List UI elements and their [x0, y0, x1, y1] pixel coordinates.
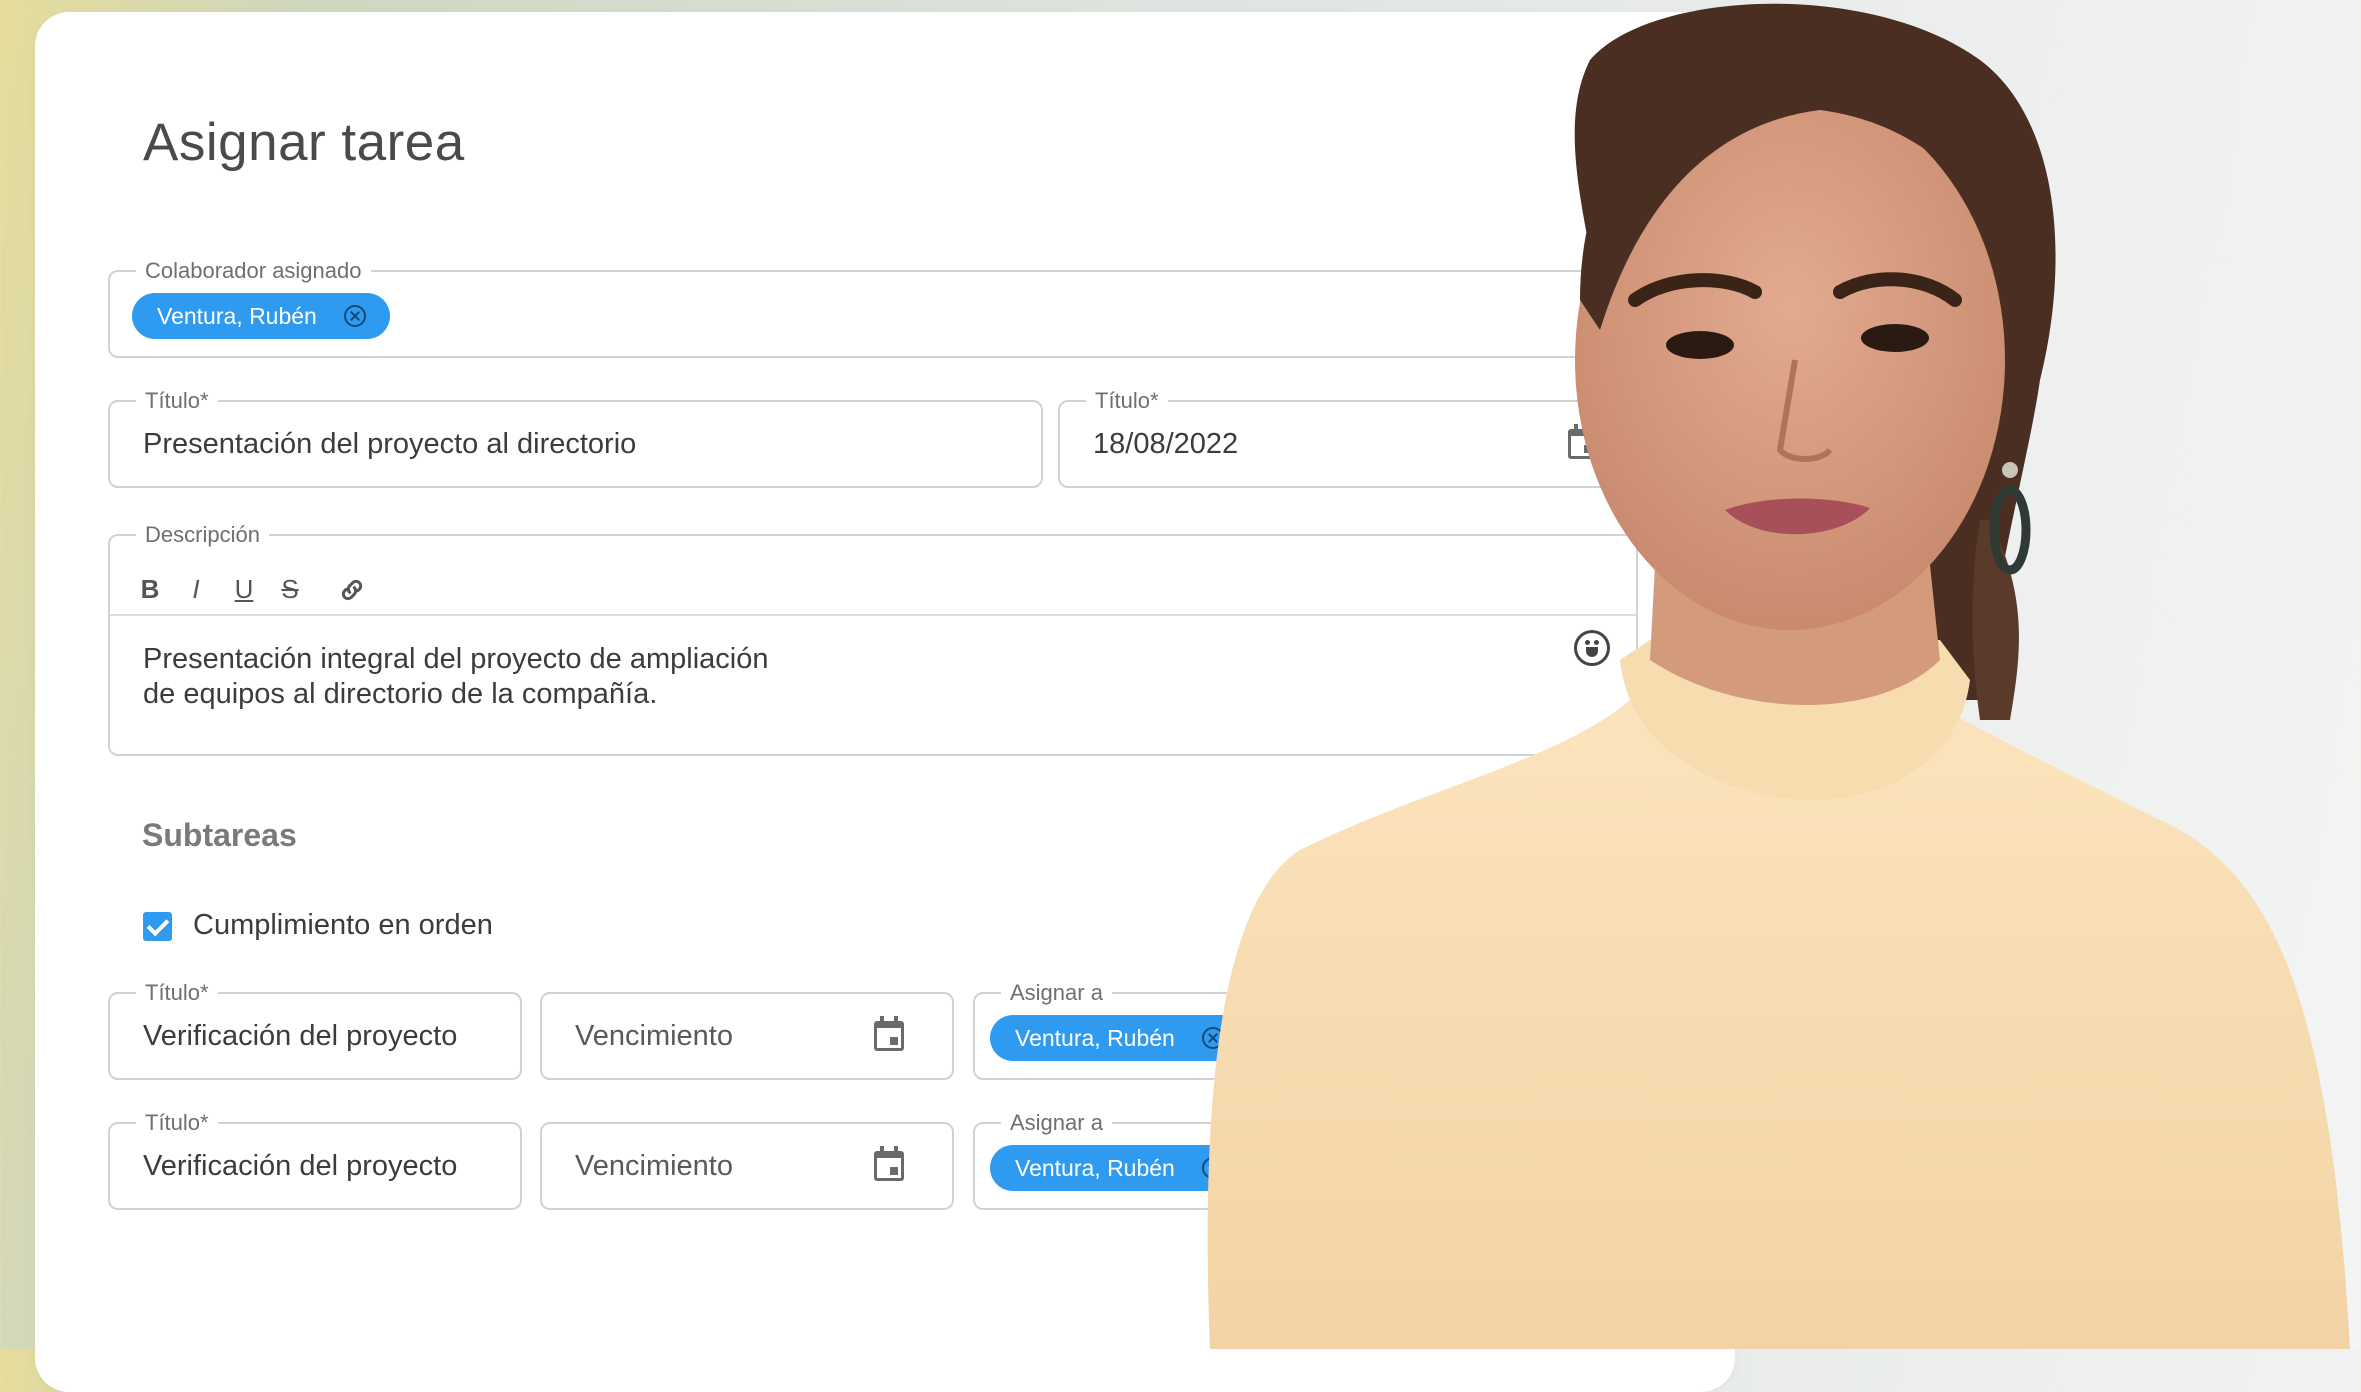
description-label: Descripción: [136, 522, 269, 548]
link-icon[interactable]: [338, 576, 366, 604]
subtasks-heading: Subtareas: [142, 817, 297, 853]
description-line-2: de equipos al directorio de la compañía.: [143, 678, 658, 710]
subtask-title-input[interactable]: Verificación del proyecto: [143, 1020, 457, 1053]
subtask-title-input[interactable]: Verificación del proyecto: [143, 1150, 457, 1183]
calendar-icon[interactable]: [874, 1146, 904, 1181]
italic-button[interactable]: I: [184, 576, 208, 602]
collaborator-label: Colaborador asignado: [136, 258, 371, 284]
subtask-title-field[interactable]: Título* Verificación del proyecto: [108, 980, 522, 1080]
subtask-due-input[interactable]: Vencimiento: [575, 1150, 733, 1183]
collaborator-chip[interactable]: Ventura, Rubén: [132, 293, 390, 339]
bold-button[interactable]: B: [138, 576, 162, 602]
title-label: Título*: [136, 388, 218, 414]
subtask-title-label: Título*: [136, 980, 218, 1006]
description-text[interactable]: Presentación integral del proyecto de am…: [143, 642, 768, 712]
chip-label: Ventura, Rubén: [1015, 1024, 1175, 1051]
in-order-checkbox[interactable]: [143, 912, 172, 941]
subtask-assign-label: Asignar a: [1001, 1110, 1112, 1136]
description-line-1: Presentación integral del proyecto de am…: [143, 643, 769, 675]
title-input[interactable]: Presentación del proyecto al directorio: [143, 428, 636, 461]
subtask-assign-label: Asignar a: [1001, 980, 1112, 1006]
chip-label: Ventura, Rubén: [1015, 1154, 1175, 1181]
subtask-due-field[interactable]: Vencimiento: [540, 992, 954, 1080]
subtask-due-field[interactable]: Vencimiento: [540, 1122, 954, 1210]
title-field[interactable]: Título* Presentación del proyecto al dir…: [108, 388, 1043, 488]
in-order-label: Cumplimiento en orden: [193, 909, 493, 941]
remove-chip-icon[interactable]: [344, 305, 366, 327]
subtask-title-field[interactable]: Título* Verificación del proyecto: [108, 1110, 522, 1210]
underline-button[interactable]: U: [232, 576, 256, 602]
subtask-title-label: Título*: [136, 1110, 218, 1136]
strikethrough-button[interactable]: S: [278, 576, 302, 602]
date-label: Título*: [1086, 388, 1168, 414]
subtask-due-input[interactable]: Vencimiento: [575, 1020, 733, 1053]
calendar-icon[interactable]: [874, 1016, 904, 1051]
page-title: Asignar tarea: [143, 113, 465, 172]
person-photo: [1207, 3, 2350, 1349]
chip-label: Ventura, Rubén: [157, 302, 317, 329]
